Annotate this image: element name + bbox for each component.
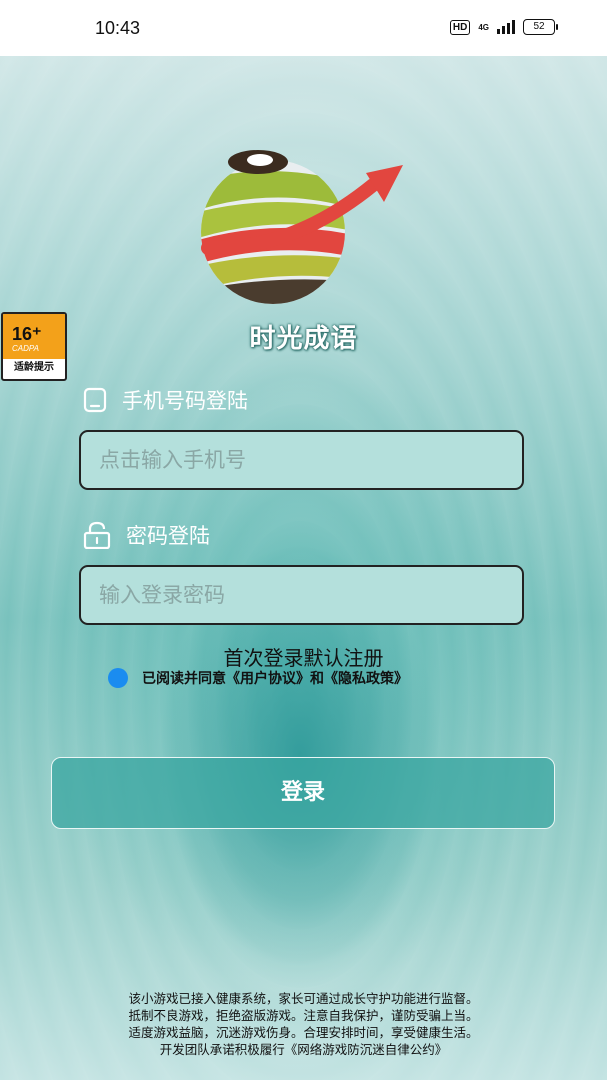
phone-input[interactable]: [79, 430, 524, 490]
age-rating-number: 16⁺: [12, 324, 42, 344]
health-notice-line: 适度游戏益脑，沉迷游戏伤身。合理安排时间，享受健康生活。: [128, 1025, 479, 1040]
phone-login-label: 手机号码登陆: [82, 385, 248, 415]
agreement-radio[interactable]: [108, 668, 128, 688]
status-icons: HD 4G 52: [449, 19, 558, 35]
network-type-icon: 4G: [478, 22, 489, 32]
health-notice: 该小游戏已接入健康系统，家长可通过成长守护功能进行监督。 抵制不良游戏，拒绝盗版…: [0, 990, 607, 1058]
health-notice-line: 开发团队承诺积极履行《网络游戏防沉迷自律公约》: [159, 1042, 448, 1057]
password-login-label: 密码登陆: [82, 520, 210, 550]
age-rating-badge[interactable]: 16⁺ CADPA 适龄提示: [1, 312, 67, 381]
agreement-row: 已阅读并同意《用户协议》和《隐私政策》: [108, 668, 408, 688]
app-logo: [201, 150, 403, 304]
login-button[interactable]: 登录: [51, 757, 555, 829]
agreement-text[interactable]: 已阅读并同意《用户协议》和《隐私政策》: [142, 668, 408, 688]
phone-icon: [83, 387, 107, 413]
age-rating-caption: 适龄提示: [14, 362, 54, 373]
age-rating-org: CADPA: [12, 344, 39, 353]
phone-login-text: 手机号码登陆: [122, 389, 248, 413]
health-notice-line: 该小游戏已接入健康系统，家长可通过成长守护功能进行监督。: [128, 991, 479, 1006]
battery-icon: 52: [523, 19, 558, 35]
password-input[interactable]: [79, 565, 524, 625]
signal-icon: [497, 20, 515, 34]
health-notice-line: 抵制不良游戏，拒绝盗版游戏。注意自我保护，谨防受骗上当。: [128, 1008, 479, 1023]
unlock-icon: [83, 521, 111, 549]
status-time: 10:43: [95, 18, 141, 38]
status-bar: 10:43 HD 4G 52: [0, 0, 607, 56]
hd-icon: HD: [449, 19, 471, 35]
register-note: 首次登录默认注册: [223, 646, 384, 670]
password-login-text: 密码登陆: [126, 524, 210, 548]
app-title: 时光成语: [249, 324, 358, 354]
